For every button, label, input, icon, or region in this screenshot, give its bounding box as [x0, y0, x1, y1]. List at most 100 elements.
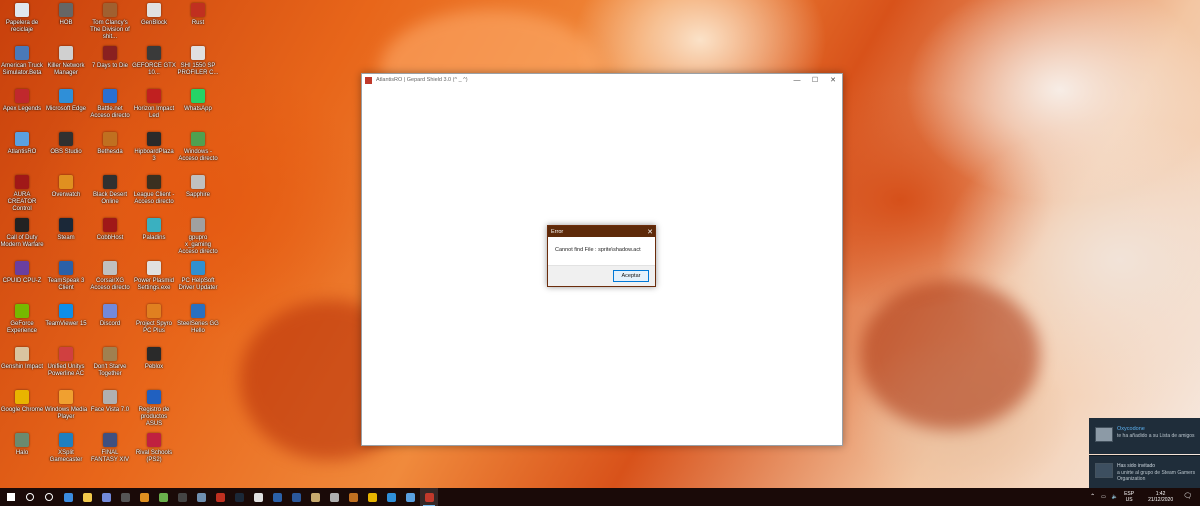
- minimize-button[interactable]: —: [788, 74, 806, 86]
- desktop-icon[interactable]: Steam: [44, 218, 88, 242]
- bethesda-icon[interactable]: [344, 488, 362, 506]
- obs-icon[interactable]: [173, 488, 191, 506]
- desktop-icon[interactable]: League Client - Acceso directo: [132, 175, 176, 206]
- gear-app-icon[interactable]: [154, 488, 172, 506]
- desktop-icon[interactable]: TeamViewer 15: [44, 304, 88, 328]
- desktop-icon[interactable]: Bethesda: [88, 132, 132, 156]
- desktop-icon[interactable]: GenBlock: [132, 3, 176, 27]
- desktop-icon[interactable]: CobbHost: [88, 218, 132, 242]
- discord-icon[interactable]: [97, 488, 115, 506]
- desktop-icon[interactable]: Microsoft Edge: [44, 89, 88, 113]
- desktop-icon[interactable]: Battle.net Acceso directo: [88, 89, 132, 120]
- close-button[interactable]: ✕: [824, 74, 842, 86]
- desktop-icon[interactable]: PC HelpSoft Driver Updater: [176, 261, 220, 292]
- atlantisro-icon[interactable]: [420, 488, 438, 506]
- desktop-icon[interactable]: gpupro x_gaming Acceso directo: [176, 218, 220, 256]
- desktop-icon[interactable]: Don't Starve Together: [88, 347, 132, 378]
- chevron-up-icon[interactable]: ⌃: [1090, 494, 1095, 500]
- desktop-icon[interactable]: FINAL FANTASY XIV: [88, 433, 132, 464]
- app-icon: [103, 132, 117, 146]
- nvidia-icon[interactable]: [116, 488, 134, 506]
- league-icon[interactable]: [306, 488, 324, 506]
- desktop-icon[interactable]: Windows Media Player: [44, 390, 88, 421]
- calculator-icon[interactable]: [192, 488, 210, 506]
- volume-icon[interactable]: 🔈: [1112, 494, 1118, 500]
- desktop-icon[interactable]: XSplit Gamecaster: [44, 433, 88, 464]
- steam-icon[interactable]: [230, 488, 248, 506]
- error-titlebar[interactable]: Error ✕: [548, 226, 655, 237]
- desktop-icon[interactable]: Halo: [0, 433, 44, 457]
- desktop-icon[interactable]: WhatsApp: [176, 89, 220, 113]
- error-dialog[interactable]: Error ✕ Cannot find File : sprite\shadow…: [547, 225, 656, 287]
- desktop-icon[interactable]: Call of Duty Modern Warfare: [0, 218, 44, 249]
- edge-icon[interactable]: [382, 488, 400, 506]
- desktop-icon[interactable]: Google Chrome: [0, 390, 44, 414]
- desktop-icon[interactable]: SHI 1550 SP PROFILER C...: [176, 46, 220, 77]
- ok-button[interactable]: Aceptar: [613, 270, 649, 282]
- desktop-icon[interactable]: Rival Schools (PS2): [132, 433, 176, 464]
- desktop-icon[interactable]: Killer Network Manager: [44, 46, 88, 77]
- start-icon[interactable]: [2, 488, 20, 506]
- desktop-icon[interactable]: Discord: [88, 304, 132, 328]
- desktop-icon[interactable]: AtlantisRO: [0, 132, 44, 156]
- desktop-icon[interactable]: Registro de productos ASUS: [132, 390, 176, 428]
- desktop-icon[interactable]: Project Spyro PC Plus: [132, 304, 176, 335]
- desktop-icon-label: CorsairXG Acceso directo: [90, 278, 130, 291]
- onedrive-icon[interactable]: [401, 488, 419, 506]
- cloud-icon[interactable]: [249, 488, 267, 506]
- clock[interactable]: 1:42 21/12/2020: [1148, 491, 1173, 503]
- app-icon: [147, 3, 161, 17]
- error-close-button[interactable]: ✕: [645, 228, 655, 236]
- task-view-icon[interactable]: [40, 488, 58, 506]
- word-icon[interactable]: [287, 488, 305, 506]
- notification-center-icon[interactable]: 🗨: [1183, 493, 1192, 500]
- desktop-icon[interactable]: CorsairXG Acceso directo: [88, 261, 132, 292]
- desktop-icon[interactable]: 7 Days to Die: [88, 46, 132, 70]
- desktop-icon[interactable]: Rust: [176, 3, 220, 27]
- desktop-icon[interactable]: Black Desert Online: [88, 175, 132, 206]
- desktop-icon[interactable]: HipboardPlaza 3: [132, 132, 176, 163]
- desktop-icon[interactable]: Apex Legends: [0, 89, 44, 113]
- network-icon[interactable]: ▭: [1101, 494, 1106, 500]
- brush-icon-glyph: [329, 492, 339, 502]
- desktop-icon[interactable]: Tom Clancy's The Division of shit...: [88, 3, 132, 41]
- onedrive-icon-glyph: [405, 492, 415, 502]
- search-icon[interactable]: [21, 488, 39, 506]
- chrome-icon[interactable]: [363, 488, 381, 506]
- desktop-icon[interactable]: Genshin Impact: [0, 347, 44, 371]
- desktop-icon[interactable]: Unified Unitys Powerline AC: [44, 347, 88, 378]
- desktop-icon[interactable]: Windows - Acceso directo: [176, 132, 220, 163]
- desktop-icon[interactable]: Peblox: [132, 347, 176, 371]
- language-indicator[interactable]: ESP US: [1124, 491, 1134, 503]
- desktop-icon[interactable]: Paladins: [132, 218, 176, 242]
- steam-group-notification[interactable]: Has sido invitado a unirte al grupo de S…: [1089, 455, 1200, 488]
- steam-friend-notification[interactable]: Oxycodone te ha añadido a su Lista de am…: [1089, 418, 1200, 454]
- rust-icon[interactable]: [211, 488, 229, 506]
- file-explorer-icon[interactable]: [78, 488, 96, 506]
- desktop-icon[interactable]: Overwatch: [44, 175, 88, 199]
- app-icon: [103, 218, 117, 232]
- brush-icon[interactable]: [325, 488, 343, 506]
- desktop-icon[interactable]: Papelera de reciclaje: [0, 3, 44, 34]
- app-icon: [147, 261, 161, 275]
- desktop-icon[interactable]: CPUID CPU-Z: [0, 261, 44, 285]
- desktop-icon[interactable]: OBS Studio: [44, 132, 88, 156]
- desktop-icon[interactable]: Horizon Impact Led: [132, 89, 176, 120]
- desktop-icon[interactable]: GEFORCE GTX 10...: [132, 46, 176, 77]
- desktop-icon[interactable]: American Truck Simulator.Beta: [0, 46, 44, 77]
- desktop-icon[interactable]: SteelSeries GG Hello: [176, 304, 220, 335]
- desktop-icon-label: Killer Network Manager: [47, 63, 85, 76]
- desktop-icon[interactable]: Face Vista 7.0: [88, 390, 132, 414]
- teamspeak-icon[interactable]: [268, 488, 286, 506]
- app-icon: [191, 304, 205, 318]
- desktop-icon[interactable]: Power Plasmid Settings.exe: [132, 261, 176, 292]
- desktop-icon[interactable]: TeamSpeak 3 Client: [44, 261, 88, 292]
- overwatch-icon[interactable]: [135, 488, 153, 506]
- maximize-button[interactable]: ☐: [806, 74, 824, 86]
- desktop-icon[interactable]: AURA CREATOR Control: [0, 175, 44, 213]
- mail-icon[interactable]: [59, 488, 77, 506]
- desktop-icon[interactable]: Sapphire: [176, 175, 220, 199]
- window-titlebar[interactable]: AtlantisRO | Gepard Shield 3.0 (^ _ ^) —…: [362, 74, 842, 86]
- desktop-icon[interactable]: GeForce Experience: [0, 304, 44, 335]
- desktop-icon[interactable]: HOB: [44, 3, 88, 27]
